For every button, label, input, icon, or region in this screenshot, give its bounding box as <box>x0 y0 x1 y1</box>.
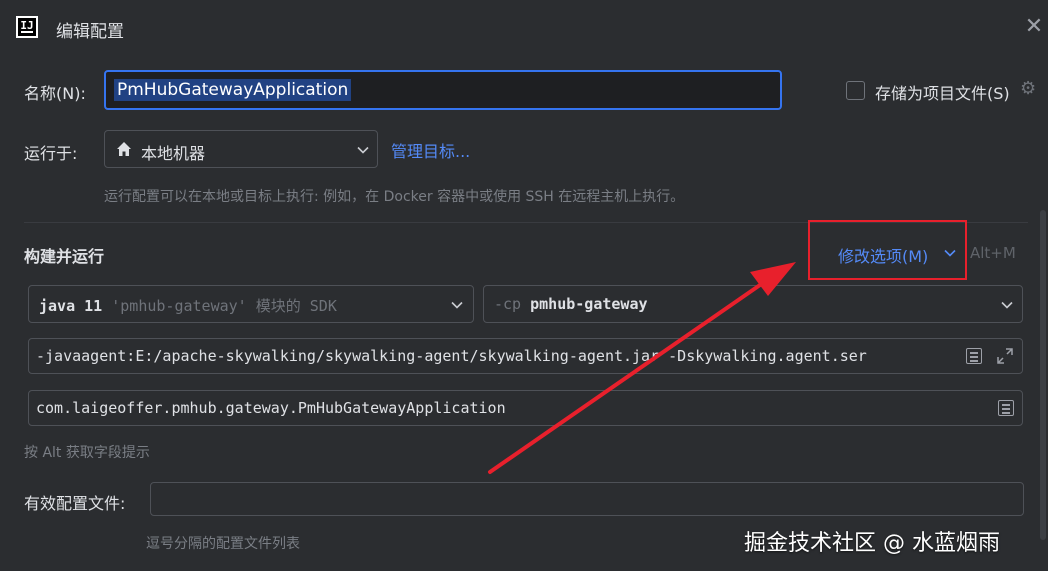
title-bar: IJ 编辑配置 ✕ <box>0 0 1048 56</box>
main-class-field[interactable]: com.laigeoffer.pmhub.gateway.PmHubGatewa… <box>28 390 1023 426</box>
chevron-down-icon <box>1001 301 1013 309</box>
browse-class-icon[interactable] <box>998 400 1014 416</box>
name-input-value: PmHubGatewayApplication <box>114 79 352 101</box>
expand-icon[interactable] <box>996 347 1014 365</box>
classpath-prefix: -cp <box>494 295 522 313</box>
edit-configuration-dialog: IJ 编辑配置 ✕ 名称(N): PmHubGatewayApplication… <box>0 0 1048 571</box>
name-label: 名称(N): <box>24 84 86 103</box>
run-on-label: 运行于: <box>24 144 78 163</box>
run-on-select[interactable]: 本地机器 <box>104 130 378 168</box>
close-icon[interactable]: ✕ <box>1023 16 1045 38</box>
scrollbar-thumb[interactable] <box>1040 210 1046 540</box>
jdk-version: java 11 <box>39 297 103 315</box>
name-input[interactable]: PmHubGatewayApplication <box>104 70 782 110</box>
home-icon <box>117 142 131 156</box>
main-class-value: com.laigeoffer.pmhub.gateway.PmHubGatewa… <box>36 399 506 417</box>
run-on-hint: 运行配置可以在本地或目标上执行: 例如，在 Docker 容器中或使用 SSH … <box>104 189 685 205</box>
annotation-highlight-box <box>808 220 967 280</box>
classpath-module-select[interactable]: -cp pmhub-gateway <box>483 285 1023 323</box>
text-editor-icon[interactable] <box>966 348 982 364</box>
active-profiles-input[interactable] <box>150 482 1024 516</box>
active-profiles-hint: 逗号分隔的配置文件列表 <box>146 536 300 552</box>
chevron-down-icon <box>357 146 369 154</box>
gear-icon[interactable]: ⚙ <box>1020 79 1040 99</box>
watermark-text: 掘金技术社区 @ 水蓝烟雨 <box>744 531 1000 556</box>
dialog-title: 编辑配置 <box>56 22 124 42</box>
modify-options-shortcut: Alt+M <box>970 244 1016 262</box>
vm-options-value: -javaagent:E:/apache-skywalking/skywalki… <box>36 347 867 365</box>
classpath-module: pmhub-gateway <box>530 295 648 313</box>
store-as-project-file-label[interactable]: 存储为项目文件(S) <box>875 80 1010 104</box>
vm-options-field[interactable]: -javaagent:E:/apache-skywalking/skywalki… <box>28 338 1023 374</box>
intellij-logo-icon: IJ <box>16 16 38 38</box>
jdk-description: 'pmhub-gateway' 模块的 SDK <box>111 297 337 315</box>
field-hint: 按 Alt 获取字段提示 <box>24 445 150 461</box>
run-on-selected-value: 本地机器 <box>141 144 206 163</box>
build-and-run-title: 构建并运行 <box>24 247 105 266</box>
jdk-select[interactable]: java 11 'pmhub-gateway' 模块的 SDK <box>28 285 474 323</box>
active-profiles-label: 有效配置文件: <box>24 494 126 513</box>
manage-targets-link[interactable]: 管理目标... <box>391 138 470 162</box>
store-as-project-file-checkbox[interactable] <box>846 81 865 100</box>
chevron-down-icon <box>451 301 463 309</box>
